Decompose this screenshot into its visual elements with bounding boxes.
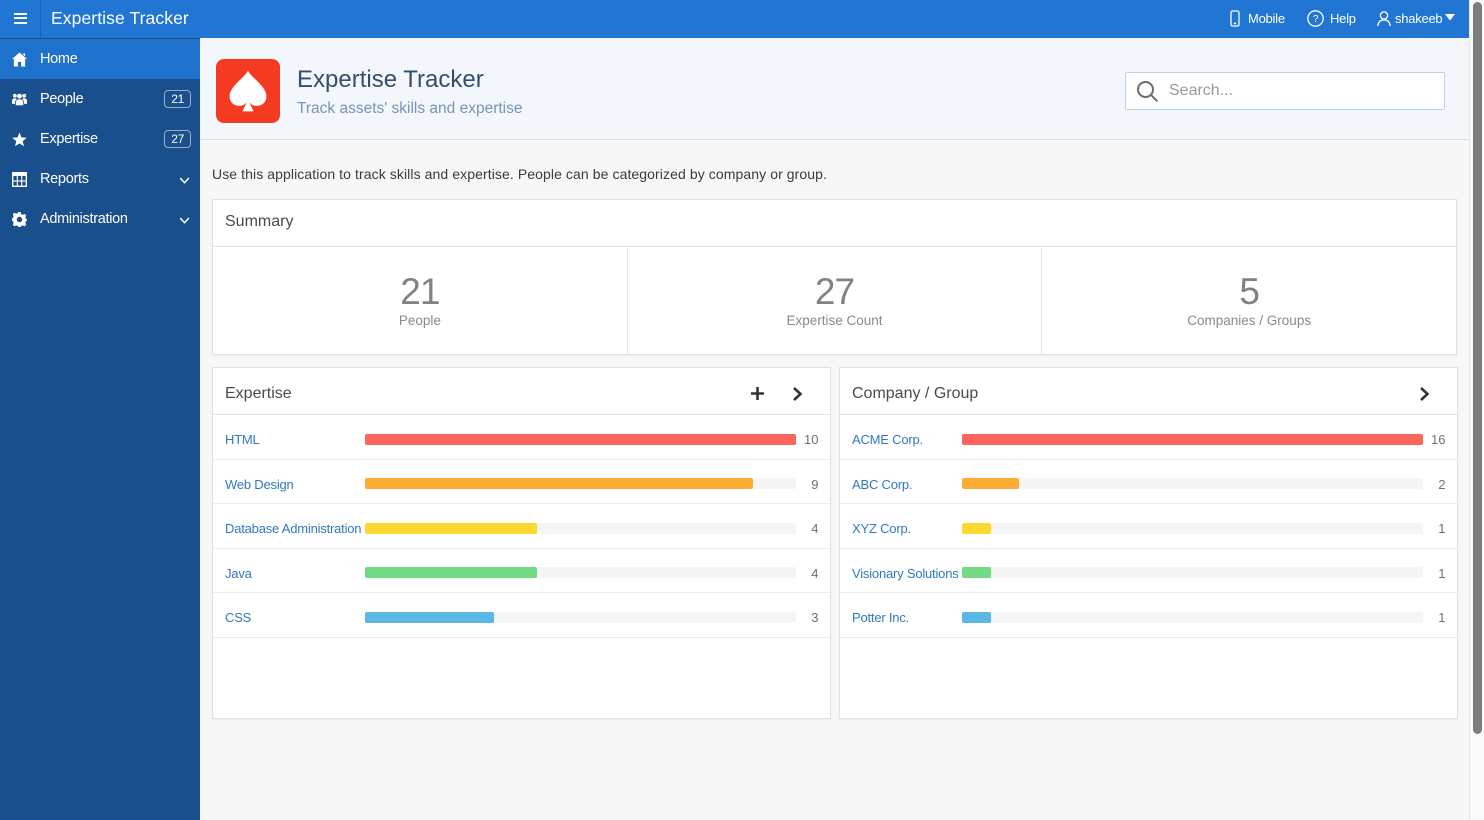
svg-text:?: ? [1313,14,1319,25]
